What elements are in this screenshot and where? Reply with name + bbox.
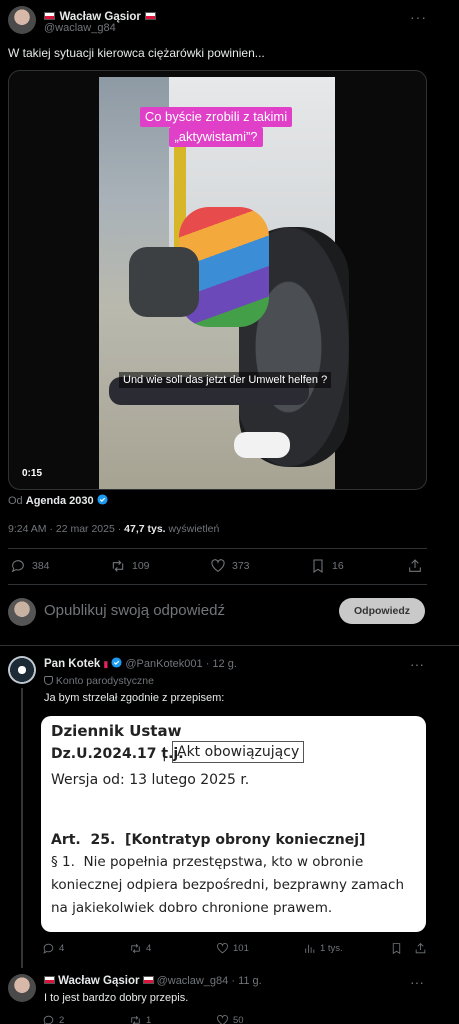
reply2-text: I to jest bardzo dobry przepis.	[44, 992, 189, 1004]
lipstick-icon: ▮	[103, 659, 109, 669]
reply-button[interactable]: 2	[42, 1014, 64, 1024]
author-avatar[interactable]	[8, 6, 36, 34]
flag-icon	[44, 12, 55, 20]
reply-button[interactable]: 4	[42, 942, 64, 955]
reply1-avatar[interactable]	[8, 656, 36, 684]
more-icon[interactable]: ···	[410, 656, 424, 672]
like-button[interactable]: 101	[216, 942, 249, 955]
doc-separator: |	[162, 746, 167, 762]
doc-paragraph-line: koniecznej odpiera bezpośredni, bezprawn…	[51, 877, 405, 893]
reply1-text: Ja bym strzelał zgodnie z przepisem:	[44, 692, 225, 704]
tweet-meta: 9:24 AM · 22 mar 2025 · 47,7 tys. wyświe…	[8, 523, 219, 535]
share-icon	[415, 943, 426, 954]
doc-version: Wersja od: 13 lutego 2025 r.	[51, 772, 250, 788]
reply-icon	[43, 943, 54, 954]
retweet-icon	[131, 943, 140, 954]
video-subtitle: Und wie soll das jetzt der Umwelt helfen…	[119, 372, 332, 388]
backpack	[129, 247, 199, 317]
video-source: Od Agenda 2030	[8, 494, 108, 507]
video-player[interactable]: Co byście zrobili z takimi „aktywistami”…	[8, 70, 427, 490]
doc-paragraph-line: na jakiekolwiek dobro chronione prawem.	[51, 900, 333, 916]
verified-icon	[111, 657, 122, 668]
author-handle[interactable]: @waclaw_g84	[44, 22, 116, 34]
sneaker	[234, 432, 290, 458]
reply2-handle[interactable]: @waclaw_g84	[157, 975, 229, 987]
timestamp[interactable]: 9:24 AM · 22 mar 2025 ·	[8, 523, 121, 535]
views-button[interactable]: 1 tys.	[303, 942, 343, 955]
bookmark-button[interactable]	[390, 942, 403, 955]
legal-document-image[interactable]: Dziennik Ustaw Dz.U.2024.17 t.j. | Akt o…	[41, 716, 426, 932]
verified-icon	[97, 494, 108, 505]
like-button[interactable]: 373	[210, 558, 250, 574]
retweet-icon	[131, 1015, 140, 1024]
like-icon	[217, 1015, 228, 1024]
divider	[8, 548, 427, 549]
like-icon	[211, 559, 225, 572]
reply-submit-button[interactable]: Odpowiedz	[339, 598, 425, 624]
reply-thread-line	[21, 688, 23, 968]
video-duration: 0:15	[22, 468, 43, 479]
share-button[interactable]	[407, 558, 423, 574]
flag-icon	[44, 976, 55, 984]
video-caption-top: Co byście zrobili z takimi „aktywistami”…	[133, 107, 299, 147]
tweet-text: W takiej sytuacji kierowca ciężarówki po…	[8, 46, 265, 60]
divider	[8, 584, 427, 585]
source-link[interactable]: Agenda 2030	[26, 495, 94, 507]
views-count: 47,7 tys.	[124, 523, 166, 535]
like-icon	[217, 943, 228, 954]
reply2-author-name[interactable]: Wacław Gąsior	[58, 975, 139, 987]
more-icon[interactable]: ···	[410, 974, 424, 990]
doc-title: Dziennik Ustaw	[51, 722, 182, 740]
views-label: wyświetleń	[168, 523, 220, 535]
like-button[interactable]: 50	[216, 1014, 244, 1024]
flag-icon	[142, 976, 154, 984]
reply1-time[interactable]: · 12 g.	[206, 658, 237, 670]
flag-icon	[145, 12, 157, 20]
retweet-button[interactable]: 4	[129, 942, 151, 955]
reply-input[interactable]: Opublikuj swoją odpowiedź	[44, 602, 225, 619]
more-icon[interactable]: ···	[410, 9, 427, 25]
share-button[interactable]	[414, 942, 427, 955]
reply2-header: Wacław Gąsior @waclaw_g84 · 11 g.	[44, 975, 262, 987]
reply1-handle[interactable]: @PanKotek001	[125, 658, 202, 670]
retweet-icon	[112, 560, 124, 572]
doc-paragraph-line: § 1. Nie popełnia przestępstwa, kto w ob…	[51, 854, 364, 870]
reply-icon	[43, 1015, 54, 1024]
reply2-time[interactable]: · 11 g.	[231, 975, 261, 987]
reply-icon	[11, 560, 24, 573]
reply1-header: Pan Kotek ▮ @PanKotek001 · 12 g.	[44, 657, 237, 670]
parody-label: Konto parodystyczne	[44, 675, 154, 687]
reply1-author-name[interactable]: Pan Kotek	[44, 658, 100, 670]
reply-button[interactable]: 384	[10, 558, 50, 574]
user-avatar[interactable]	[8, 598, 36, 626]
bookmark-button[interactable]: 16	[310, 558, 344, 574]
doc-status-badge: Akt obowiązujący	[172, 741, 305, 763]
retweet-button[interactable]: 1	[129, 1014, 151, 1024]
views-icon	[305, 944, 315, 953]
share-icon	[409, 559, 421, 572]
retweet-button[interactable]: 109	[110, 558, 150, 574]
reply2-avatar[interactable]	[8, 974, 36, 1002]
divider	[0, 645, 459, 646]
bookmark-icon	[313, 559, 323, 573]
doc-article-heading: Art. 25. [Kontratyp obrony koniecznej]	[51, 832, 366, 848]
bookmark-icon	[392, 943, 401, 955]
parody-icon	[44, 676, 53, 685]
